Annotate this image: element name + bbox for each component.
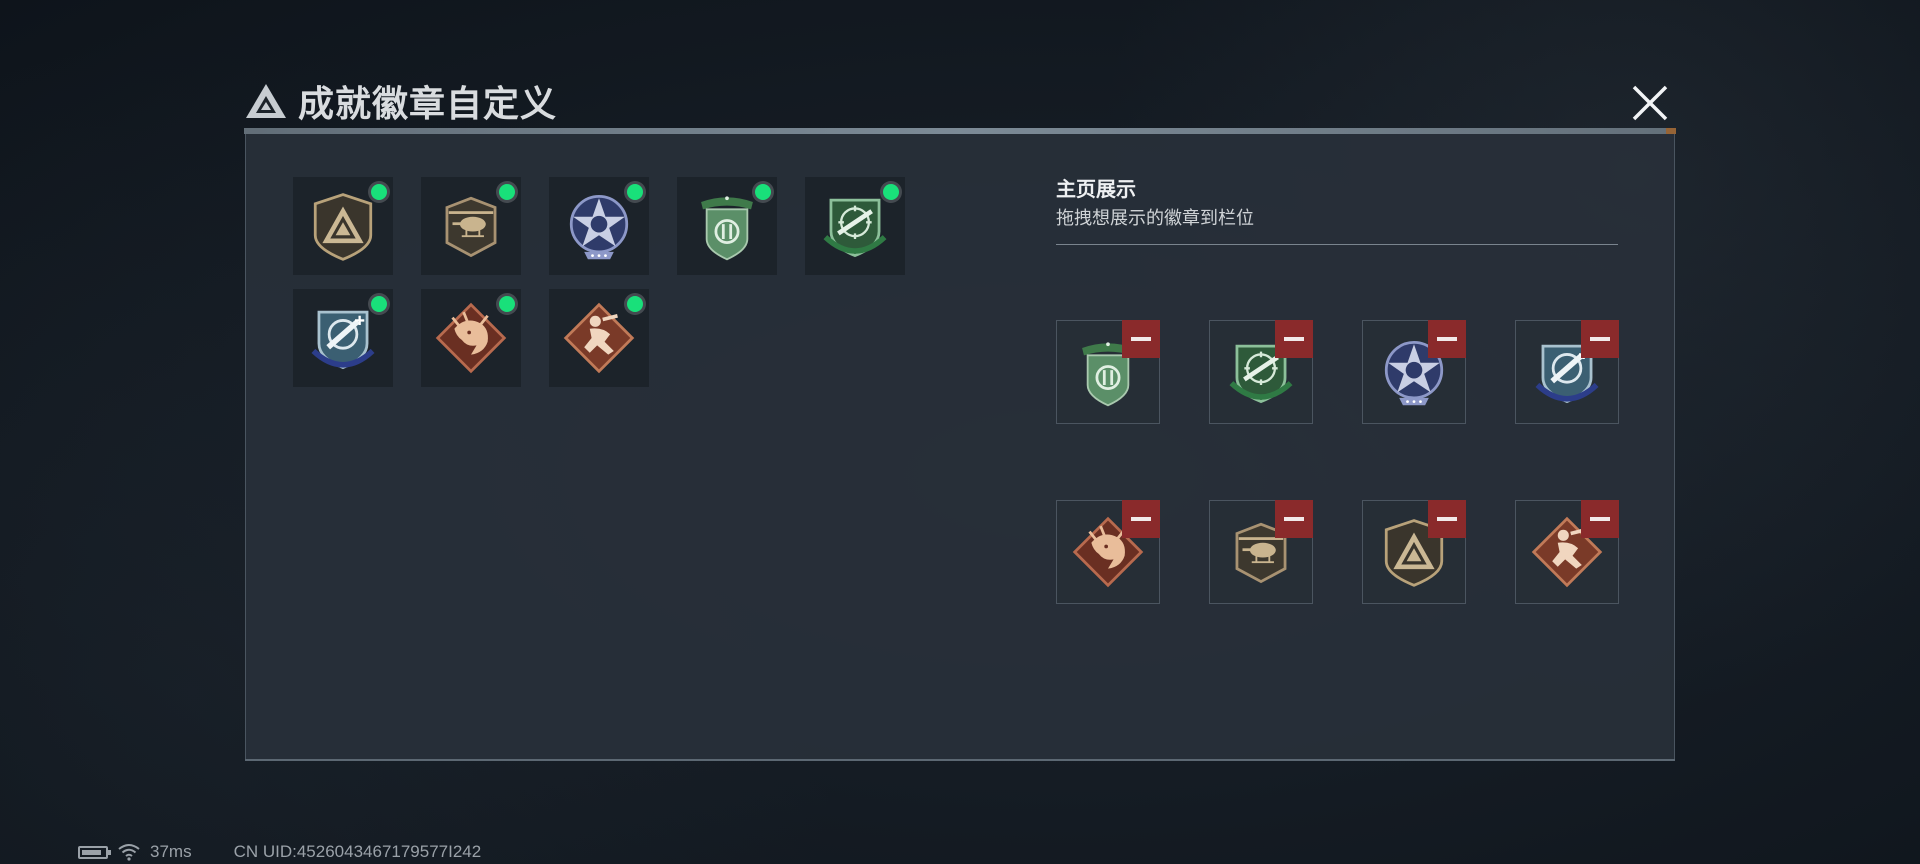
showcase-header: 主页展示 拖拽想展示的徽章到栏位 [1056,176,1618,245]
wifi-icon [118,844,140,861]
equipped-indicator [883,184,899,200]
remove-badge-button[interactable] [1275,320,1313,358]
close-button[interactable] [1624,80,1676,126]
runner-diamond-badge-icon [562,299,636,377]
minus-icon [1131,517,1151,521]
inventory-badge[interactable] [549,289,649,387]
remove-badge-button[interactable] [1428,500,1466,538]
remove-badge-button[interactable] [1275,500,1313,538]
badge-inventory [293,177,913,387]
ping-value: 37ms [150,842,192,861]
inventory-badge[interactable] [421,289,521,387]
minus-icon [1590,517,1610,521]
remove-badge-button[interactable] [1428,320,1466,358]
green-shield-badge-icon [690,187,764,265]
equipped-indicator [371,184,387,200]
blue-rocket-badge-icon [306,299,380,377]
battery-icon [78,845,111,859]
showcase-divider [1056,244,1618,245]
equipped-indicator [627,184,643,200]
equipped-indicator [371,296,387,312]
equipped-indicator [627,296,643,312]
equipped-indicator [755,184,771,200]
showcase-slots [1056,320,1619,604]
minus-icon [1131,337,1151,341]
title-bar: 成就徽章自定义 [244,76,557,126]
helicopter-badge-icon [434,187,508,265]
status-bar: 37ms CN UID:4526043467179577I242 [78,842,481,862]
remove-badge-button[interactable] [1122,320,1160,358]
inventory-badge[interactable] [293,177,393,275]
showcase-subtitle: 拖拽想展示的徽章到栏位 [1056,208,1254,228]
remove-badge-button[interactable] [1581,320,1619,358]
page-title: 成就徽章自定义 [298,84,558,125]
inventory-badge[interactable] [549,177,649,275]
remove-badge-button[interactable] [1581,500,1619,538]
minus-icon [1590,337,1610,341]
inventory-badge[interactable] [805,177,905,275]
remove-badge-button[interactable] [1122,500,1160,538]
showcase-slot[interactable] [1056,500,1160,604]
title-logo-icon [246,84,286,118]
minus-icon [1437,337,1457,341]
equipped-indicator [499,184,515,200]
showcase-slot[interactable] [1209,320,1313,424]
inventory-badge[interactable] [421,177,521,275]
showcase-slot[interactable] [1056,320,1160,424]
minus-icon [1437,517,1457,521]
showcase-slot[interactable] [1515,320,1619,424]
showcase-slot[interactable] [1362,500,1466,604]
minus-icon [1284,517,1304,521]
triangle-shield-badge-icon [306,187,380,265]
user-uid: CN UID:4526043467179577I242 [233,842,482,861]
showcase-slot[interactable] [1515,500,1619,604]
dragon-diamond-badge-icon [434,299,508,377]
panel-bottom-edge [245,759,1675,761]
inventory-badge[interactable] [677,177,777,275]
rifle-crosshair-badge-icon [818,187,892,265]
showcase-title: 主页展示 [1056,179,1136,201]
equipped-indicator [499,296,515,312]
showcase-slot[interactable] [1362,320,1466,424]
star-skull-badge-icon [562,187,636,265]
showcase-slot[interactable] [1209,500,1313,604]
close-icon [1632,85,1668,121]
minus-icon [1284,337,1304,341]
inventory-badge[interactable] [293,289,393,387]
